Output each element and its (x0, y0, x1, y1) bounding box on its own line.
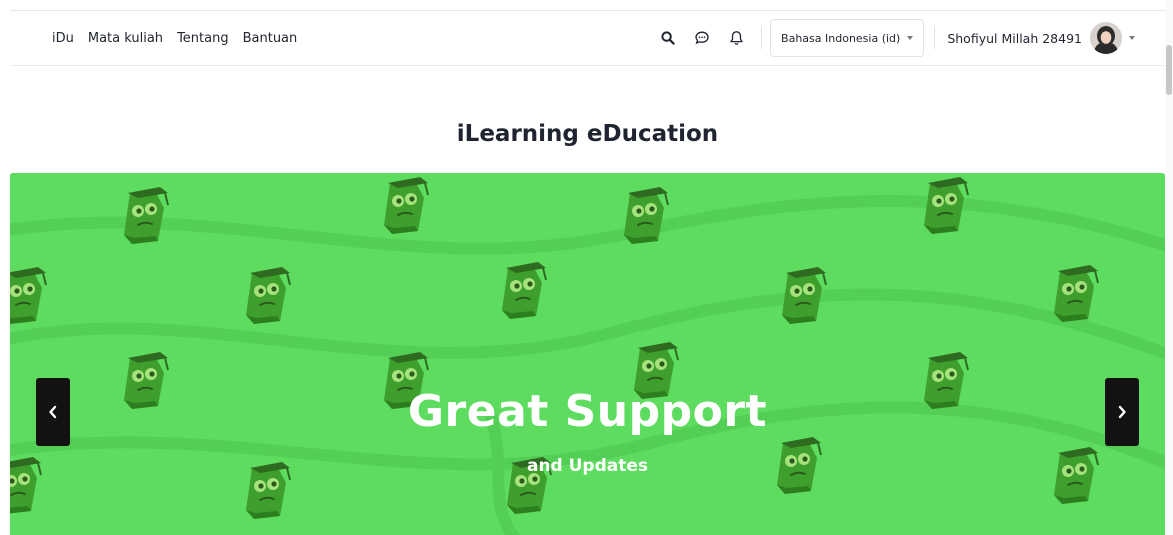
nav-item-idu[interactable]: iDu (52, 31, 74, 46)
page-scrollbar[interactable] (1165, 0, 1173, 535)
navbar: iDu Mata kuliah Tentang Bantuan Bahasa I… (10, 11, 1165, 66)
carousel-prev-button[interactable] (36, 378, 70, 446)
language-selector[interactable]: Bahasa Indonesia (id) (770, 19, 925, 57)
language-label: Bahasa Indonesia (id) (781, 31, 901, 45)
carousel-background (10, 173, 1165, 535)
carousel-subline: and Updates (526, 456, 649, 476)
avatar[interactable] (1090, 22, 1122, 54)
notifications-button[interactable] (721, 23, 751, 53)
carousel-next-button[interactable] (1105, 378, 1139, 446)
chevron-left-icon (49, 405, 57, 419)
nav-divider-2 (934, 27, 936, 49)
search-icon (661, 31, 675, 45)
user-menu-caret-icon[interactable] (1129, 36, 1135, 40)
primary-nav: iDu Mata kuliah Tentang Bantuan (52, 11, 297, 65)
nav-item-mata-kuliah[interactable]: Mata kuliah (88, 31, 163, 46)
nav-divider (761, 27, 763, 49)
nav-item-bantuan[interactable]: Bantuan (243, 31, 298, 46)
chevron-right-icon (1118, 405, 1126, 419)
chat-icon (695, 31, 709, 45)
search-button[interactable] (653, 23, 683, 53)
page-title: iLearning eDucation (456, 121, 719, 148)
hero-carousel: Great Support and Updates (10, 173, 1165, 535)
carousel-headline: Great Support (407, 386, 768, 437)
messages-button[interactable] (687, 23, 717, 53)
nav-item-tentang[interactable]: Tentang (177, 31, 229, 46)
nav-actions: Bahasa Indonesia (id) Shofiyul Millah 28… (649, 11, 1135, 65)
scrollbar-thumb[interactable] (1166, 45, 1172, 95)
user-name[interactable]: Shofiyul Millah 28491 (947, 31, 1082, 46)
avatar-image (1090, 22, 1122, 54)
caret-down-icon (907, 36, 914, 40)
bell-icon (729, 31, 743, 45)
